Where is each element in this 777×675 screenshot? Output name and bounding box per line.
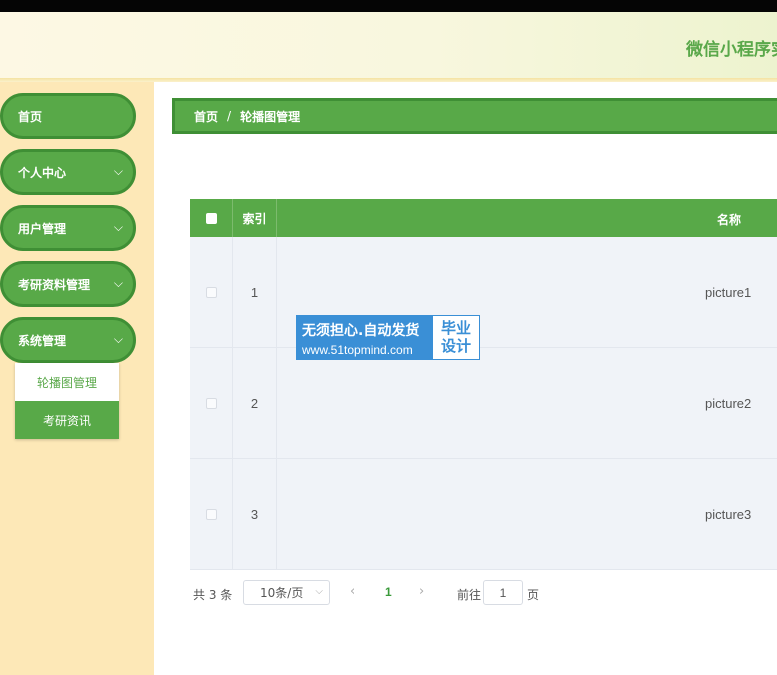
sidebar-item-label: 考研资料管理 [18, 277, 91, 292]
row-index: 2 [233, 348, 277, 458]
page-suffix: 页 [527, 588, 540, 602]
sidebar-item-label: 用户管理 [18, 221, 67, 236]
row-name-cell: picture3 [277, 459, 777, 569]
row-name-cell: picture2 [277, 348, 777, 458]
select-all-checkbox[interactable] [205, 212, 217, 224]
app-title: 微信小程序实 [686, 40, 777, 60]
watermark-right-top: 毕业 [440, 319, 471, 337]
window-top-bar [0, 0, 777, 12]
row-index-text: 1 [250, 284, 259, 300]
page-size-select[interactable]: 10条/页 ⌵ [243, 580, 330, 605]
header-name-cell: 名称 [277, 199, 777, 237]
next-page-icon[interactable]: › [419, 584, 424, 599]
data-table: 索引 名称 1 picture1 2 picture2 3 picture3 [190, 199, 777, 570]
row-index: 3 [233, 459, 277, 569]
chevron-down-icon: ⌵ [113, 332, 123, 346]
watermark-right: 毕业 设计 [433, 316, 479, 359]
row-checkbox-cell [190, 348, 233, 458]
sidebar-item-home[interactable]: 首页 [0, 93, 136, 139]
header-name: 名称 [717, 213, 742, 227]
page-size-value: 10条/页 [260, 586, 304, 600]
watermark-right-bottom: 设计 [440, 337, 471, 355]
chevron-down-icon: ⌵ [315, 586, 323, 597]
sidebar-item-label: 系统管理 [18, 333, 67, 348]
watermark-line2: www.51topmind.com [302, 343, 413, 357]
sidebar-item-personal-center[interactable]: 个人中心 ⌵ [0, 149, 136, 195]
goto-label: 前往 [457, 588, 482, 602]
watermark-left: 无须担心.自动发货 www.51topmind.com [297, 316, 433, 359]
chevron-down-icon: ⌵ [113, 276, 123, 290]
submenu-item-exam-news[interactable]: 考研资讯 [15, 401, 119, 439]
sidebar-item-exam-materials[interactable]: 考研资料管理 ⌵ [0, 261, 136, 307]
chevron-down-icon: ⌵ [113, 164, 123, 178]
table-row[interactable]: 1 picture1 [190, 237, 777, 348]
row-name: picture2 [705, 396, 752, 411]
header-checkbox-cell [190, 199, 233, 237]
prev-page-icon[interactable]: ‹ [350, 584, 355, 599]
table-row[interactable]: 3 picture3 [190, 459, 777, 570]
row-checkbox[interactable] [205, 286, 217, 298]
row-index-text: 3 [250, 506, 259, 522]
watermark-line1: 无须担心.自动发货 [302, 323, 420, 339]
table-row[interactable]: 2 picture2 [190, 348, 777, 459]
row-index: 1 [233, 237, 277, 347]
sidebar-item-label: 首页 [18, 109, 43, 124]
sidebar-item-label: 个人中心 [18, 165, 67, 180]
sidebar-item-user-management[interactable]: 用户管理 ⌵ [0, 205, 136, 251]
watermark-badge: 无须担心.自动发货 www.51topmind.com 毕业 设计 [296, 315, 480, 360]
breadcrumb-separator: / [227, 109, 232, 123]
chevron-down-icon: ⌵ [113, 220, 123, 234]
system-submenu: 轮播图管理 考研资讯 [15, 363, 119, 439]
row-checkbox[interactable] [205, 397, 217, 409]
table-header: 索引 名称 [190, 199, 777, 237]
row-checkbox-cell [190, 459, 233, 569]
sidebar-item-system-management[interactable]: 系统管理 ⌵ [0, 317, 136, 363]
submenu-item-carousel[interactable]: 轮播图管理 [15, 363, 119, 401]
breadcrumb: 首页 / 轮播图管理 [172, 98, 777, 134]
row-name: picture3 [705, 507, 752, 522]
page-number-current[interactable]: 1 [385, 585, 392, 599]
breadcrumb-current: 轮播图管理 [240, 109, 301, 124]
header-index: 索引 [233, 199, 277, 237]
breadcrumb-home[interactable]: 首页 [194, 108, 218, 125]
row-name: picture1 [705, 285, 752, 300]
row-index-text: 2 [250, 395, 259, 411]
app-header: 微信小程序实 [0, 12, 777, 78]
row-checkbox[interactable] [205, 508, 217, 520]
pagination-total: 共 3 条 [193, 588, 233, 602]
goto-page-input[interactable] [483, 580, 523, 605]
row-checkbox-cell [190, 237, 233, 347]
